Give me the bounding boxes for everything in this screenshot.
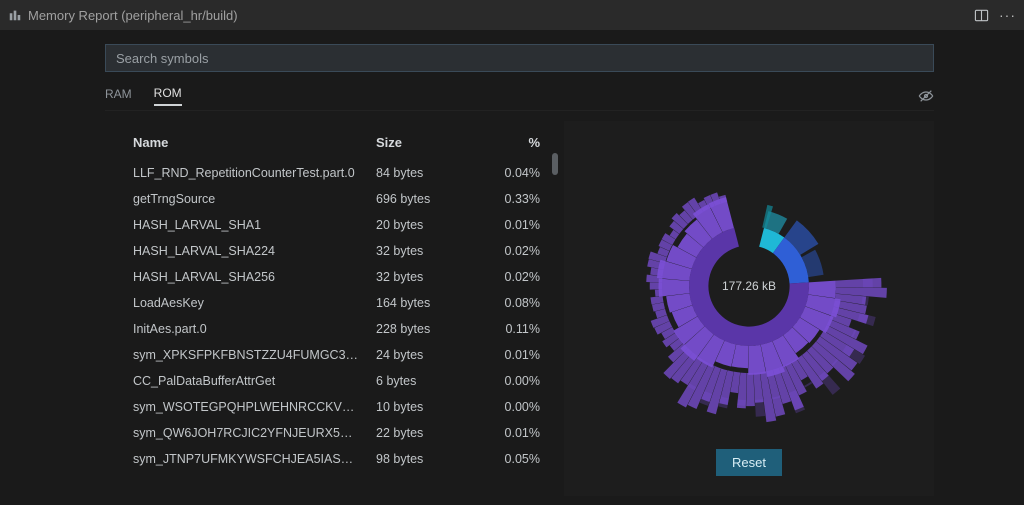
cell-name: LLF_RND_RepetitionCounterTest.part.0 [125,160,368,186]
cell-pct: 0.01% [460,420,544,446]
sunburst-segment[interactable] [737,400,746,406]
cell-name: getTrngSource [125,186,368,212]
reset-button[interactable]: Reset [716,449,782,476]
content-area: RAM ROM Name Size % LLF_RND_RepetitionCo [0,30,1024,505]
cell-size: 228 bytes [368,316,460,342]
cell-size: 22 bytes [368,420,460,446]
tabs: RAM ROM [105,86,934,111]
cell-size: 24 bytes [368,342,460,368]
memory-report-icon [8,8,22,22]
sunburst-segment[interactable] [862,296,869,305]
cell-size: 20 bytes [368,212,460,238]
cell-name: sym_XPKSFPKFBNSTZZU4FUMGC3XRHAVS24BB... [125,342,368,368]
sunburst-segment[interactable] [650,282,662,289]
cell-name: InitAes.part.0 [125,316,368,342]
cell-size: 10 bytes [368,394,460,420]
sunburst-segment[interactable] [755,399,765,417]
sunburst-segment[interactable] [836,278,882,288]
cell-pct: 0.04% [460,160,544,186]
table-row[interactable]: getTrngSource696 bytes0.33% [125,186,544,212]
table-header-row: Name Size % [125,129,544,160]
window-title: Memory Report (peripheral_hr/build) [28,8,238,23]
scrollbar-thumb[interactable] [552,153,558,175]
cell-size: 32 bytes [368,238,460,264]
cell-name: CC_PalDataBufferAttrGet [125,368,368,394]
cell-pct: 0.08% [460,290,544,316]
sunburst-chart[interactable]: 177.26 kB [604,141,894,431]
cell-size: 6 bytes [368,368,460,394]
cell-name: LoadAesKey [125,290,368,316]
cell-name: sym_WSOTEGPQHPLWEHNRCCKVODJU5RDQR... [125,394,368,420]
table-row[interactable]: LoadAesKey164 bytes0.08% [125,290,544,316]
cell-pct: 0.02% [460,264,544,290]
table-row[interactable]: LLF_RND_RepetitionCounterTest.part.084 b… [125,160,544,186]
tab-ram[interactable]: RAM [105,87,132,105]
col-header-name[interactable]: Name [125,129,368,160]
titlebar: Memory Report (peripheral_hr/build) ··· [0,0,1024,30]
cell-size: 696 bytes [368,186,460,212]
split-editor-icon[interactable] [974,8,989,23]
col-header-size[interactable]: Size [368,129,460,160]
sunburst-segment[interactable] [655,289,663,296]
cell-name: HASH_LARVAL_SHA224 [125,238,368,264]
cell-name: sym_QW6JOH7RCJIC2YFNJEURX5QNB5EIQT646... [125,420,368,446]
cell-size: 164 bytes [368,290,460,316]
table-row[interactable]: sym_XPKSFPKFBNSTZZU4FUMGC3XRHAVS24BB...2… [125,342,544,368]
table-row[interactable]: HASH_LARVAL_SHA120 bytes0.01% [125,212,544,238]
table-row[interactable]: HASH_LARVAL_SHA25632 bytes0.02% [125,264,544,290]
cell-size: 32 bytes [368,264,460,290]
cell-pct: 0.00% [460,394,544,420]
cell-name: sym_JTNP7UFMKYWSFCHJEA5IASO3QVW3HK4... [125,446,368,472]
more-actions-icon[interactable]: ··· [999,7,1016,23]
cell-size: 98 bytes [368,446,460,472]
tab-rom[interactable]: ROM [154,86,182,106]
sunburst-segment[interactable] [804,382,812,388]
cell-name: HASH_LARVAL_SHA1 [125,212,368,238]
sunburst-segment[interactable] [746,373,755,406]
search-input[interactable] [105,44,934,72]
sunburst-segment[interactable] [858,313,876,326]
sunburst-segment[interactable] [863,278,873,287]
table-row[interactable]: CC_PalDataBufferAttrGet6 bytes0.00% [125,368,544,394]
chart-center-label: 177.26 kB [722,279,776,293]
table-row[interactable]: InitAes.part.0228 bytes0.11% [125,316,544,342]
cell-pct: 0.01% [460,342,544,368]
table-row[interactable]: sym_JTNP7UFMKYWSFCHJEA5IASO3QVW3HK4...98… [125,446,544,472]
cell-pct: 0.05% [460,446,544,472]
chart-panel: 177.26 kB Reset [564,121,934,496]
table-row[interactable]: HASH_LARVAL_SHA22432 bytes0.02% [125,238,544,264]
symbols-table: Name Size % LLF_RND_RepetitionCounterTes… [105,121,544,472]
cell-pct: 0.11% [460,316,544,342]
cell-name: HASH_LARVAL_SHA256 [125,264,368,290]
cell-pct: 0.02% [460,238,544,264]
table-row[interactable]: sym_WSOTEGPQHPLWEHNRCCKVODJU5RDQR...10 b… [125,394,544,420]
cell-pct: 0.01% [460,212,544,238]
visibility-toggle-icon[interactable] [918,88,934,104]
cell-size: 84 bytes [368,160,460,186]
col-header-pct[interactable]: % [460,129,544,160]
cell-pct: 0.33% [460,186,544,212]
table-row[interactable]: sym_QW6JOH7RCJIC2YFNJEURX5QNB5EIQT646...… [125,420,544,446]
cell-pct: 0.00% [460,368,544,394]
